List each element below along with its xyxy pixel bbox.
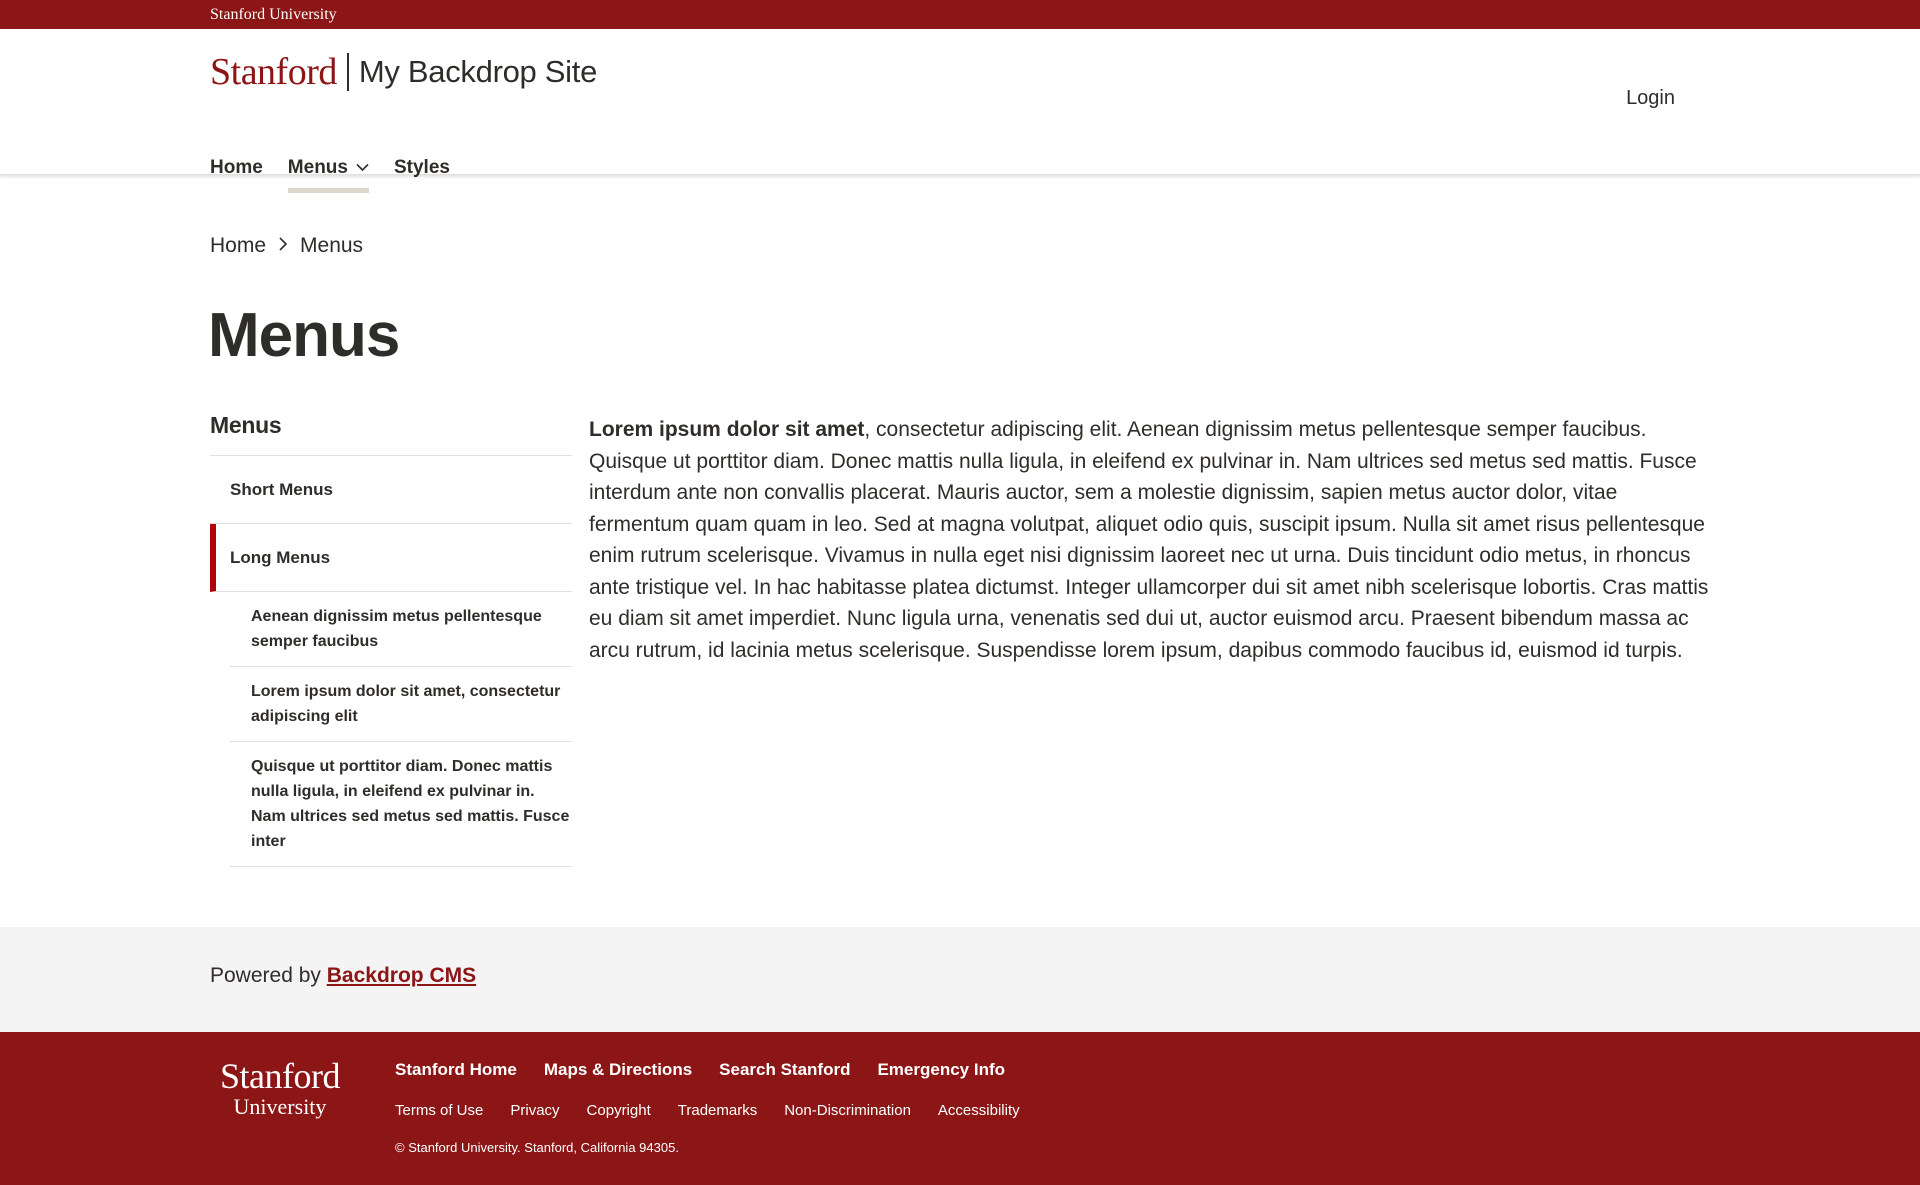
sidebar-item-short-menus[interactable]: Short Menus [210,456,572,524]
footer-link-emergency-info[interactable]: Emergency Info [877,1060,1005,1080]
sidebar-submenu: Aenean dignissim metus pellentesque semp… [230,592,572,867]
footer-link-maps-directions[interactable]: Maps & Directions [544,1060,692,1080]
backdrop-cms-link[interactable]: Backdrop CMS [327,964,476,987]
footer-link-privacy[interactable]: Privacy [510,1102,559,1119]
breadcrumb-current: Menus [300,234,364,257]
footer-secondary-links: Terms of Use Privacy Copyright Trademark… [395,1102,1020,1119]
breadcrumb-home[interactable]: Home [210,234,266,258]
body-text: Lorem ipsum dolor sit amet, consectetur … [589,414,1711,666]
nav-item-label: Home [210,157,263,178]
footer-link-copyright[interactable]: Copyright [587,1102,651,1119]
footer-link-trademarks[interactable]: Trademarks [678,1102,757,1119]
sidebar-item-long-menus[interactable]: Long Menus [210,524,572,592]
sidebar-title: Menus [210,412,572,456]
nav-item-label: Styles [393,157,450,178]
stanford-university-logo[interactable]: Stanford University [210,1058,350,1120]
global-footer: Stanford University Stanford Home Maps &… [0,1032,1920,1185]
stanford-wordmark[interactable]: Stanford [210,47,337,97]
chevron-down-icon[interactable] [356,159,369,175]
breadcrumb: Home Menus [210,234,363,258]
footer-link-non-discrimination[interactable]: Non-Discrimination [784,1102,911,1119]
main-navigation: Home Menus Styles [210,157,450,193]
powered-by-text: Powered by Backdrop CMS [210,964,476,988]
sidebar-subitem[interactable]: Lorem ipsum dolor sit amet, consectetur … [230,667,572,742]
login-link[interactable]: Login [1626,87,1675,110]
sidebar-subitem[interactable]: Aenean dignissim metus pellentesque semp… [230,592,572,667]
footer-logo-university: University [233,1094,327,1119]
footer-link-accessibility[interactable]: Accessibility [938,1102,1020,1119]
stanford-university-link[interactable]: Stanford University [210,6,337,23]
sidebar-subitem[interactable]: Quisque ut porttitor diam. Donec mattis … [230,742,572,867]
nav-item-styles[interactable]: Styles [394,157,450,193]
logo-divider [346,53,349,91]
nav-item-label: Menus [287,157,348,178]
brand-bar: Stanford University [0,0,1920,29]
powered-by-region: Powered by Backdrop CMS [0,927,1920,1032]
body-lead: Lorem ipsum dolor sit amet [589,418,865,441]
footer-primary-links: Stanford Home Maps & Directions Search S… [395,1060,1005,1080]
chevron-right-icon [278,236,288,257]
nav-item-home[interactable]: Home [210,157,263,193]
footer-logo-stanford: Stanford [220,1056,340,1096]
body-paragraph: , consectetur adipiscing elit. Aenean di… [589,418,1709,662]
footer-copyright: © Stanford University. Stanford, Califor… [395,1140,679,1155]
site-logo[interactable]: Stanford My Backdrop Site [210,47,597,97]
site-name[interactable]: My Backdrop Site [359,47,597,97]
footer-link-terms[interactable]: Terms of Use [395,1102,483,1119]
page-title: Menus [208,301,400,370]
footer-link-search-stanford[interactable]: Search Stanford [719,1060,850,1080]
nav-item-menus[interactable]: Menus [287,157,369,193]
sidebar-menu: Menus Short Menus Long Menus Aenean dign… [210,412,572,867]
site-header: Stanford My Backdrop Site Login Home Men… [0,29,1920,193]
footer-link-stanford-home[interactable]: Stanford Home [395,1060,517,1080]
powered-by-prefix: Powered by [210,964,321,987]
